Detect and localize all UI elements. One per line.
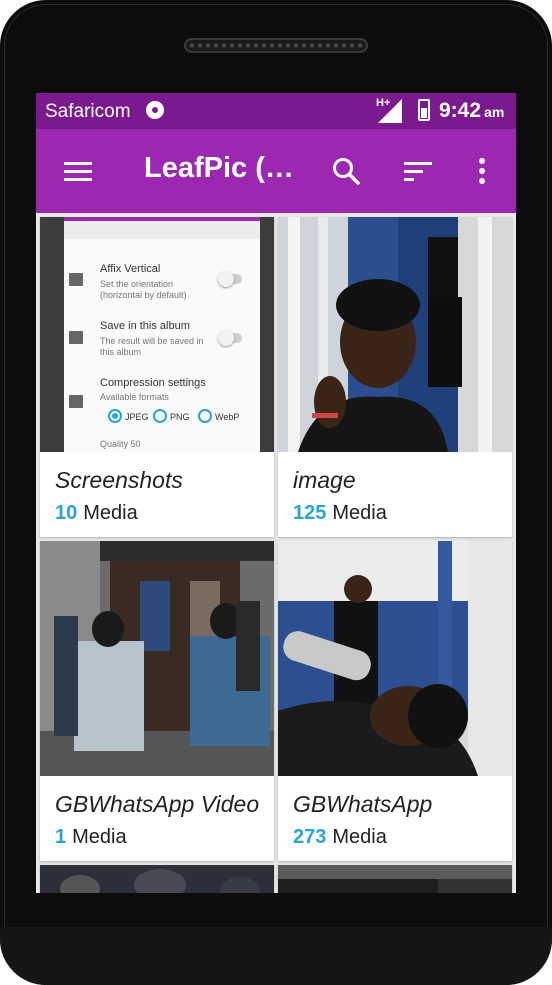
affix-icon	[69, 273, 83, 286]
album-media-count: 10 Media	[55, 502, 138, 524]
signal-icon	[378, 99, 402, 123]
sort-icon[interactable]	[402, 155, 434, 187]
album-thumbnail	[278, 865, 512, 893]
album-card-gbwhatsapp[interactable]: GBWhatsApp 273 Media	[278, 541, 512, 861]
album-thumbnail	[40, 541, 274, 776]
radio-jpeg-label: JPEG	[125, 412, 149, 422]
app-toolbar: LeafPic (…	[36, 129, 516, 213]
album-thumbnail	[278, 541, 512, 776]
radio-webp-label: WebP	[215, 412, 240, 422]
album-grid: Affix Vertical Set the orientation (hori…	[36, 213, 516, 893]
affix-title: Affix Vertical	[100, 263, 161, 275]
quality-label: Quality 50	[100, 439, 141, 449]
save-sub2: this album	[100, 347, 142, 357]
save-toggle	[218, 330, 242, 346]
carrier-name: Safaricom	[45, 101, 131, 122]
radio-png-label: PNG	[170, 412, 190, 422]
radio-png	[153, 409, 167, 423]
phone-chin	[0, 927, 552, 985]
affix-sub2: (horizontal by default)	[100, 290, 187, 300]
album-thumbnail: Affix Vertical Set the orientation (hori…	[40, 217, 274, 452]
album-card-image[interactable]: image 125 Media	[278, 217, 512, 537]
radio-webp	[198, 409, 212, 423]
album-card-partial-right[interactable]	[278, 865, 512, 893]
album-name: Screenshots	[55, 467, 183, 493]
album-thumbnail	[278, 217, 512, 452]
screen: Safaricom H+ 9:42 am LeafPic (… Affix Ve…	[36, 93, 516, 893]
earpiece-speaker	[184, 38, 368, 53]
affix-sub1: Set the orientation	[100, 279, 174, 289]
compression-icon	[69, 395, 83, 408]
menu-icon[interactable]	[62, 155, 94, 187]
status-bar: Safaricom H+ 9:42 am	[36, 93, 516, 129]
album-name: image	[293, 467, 356, 493]
radio-jpeg	[108, 409, 122, 423]
album-media-count: 273 Media	[293, 826, 387, 848]
settings-screenshot-preview: Affix Vertical Set the orientation (hori…	[64, 217, 260, 452]
album-name: GBWhatsApp	[293, 791, 433, 817]
album-name: GBWhatsApp Video	[55, 791, 260, 817]
clock-ampm: am	[484, 104, 505, 120]
save-title: Save in this album	[100, 320, 190, 332]
save-icon	[69, 331, 83, 344]
clock: 9:42 am	[439, 99, 505, 122]
media-notification-icon	[146, 101, 164, 119]
album-card-screenshots[interactable]: Affix Vertical Set the orientation (hori…	[40, 217, 274, 537]
phone-frame: Safaricom H+ 9:42 am LeafPic (… Affix Ve…	[0, 0, 552, 985]
compression-sub: Available formats	[100, 392, 169, 402]
album-card-partial-left[interactable]	[40, 865, 274, 893]
search-icon[interactable]	[330, 155, 362, 187]
more-vert-icon[interactable]	[466, 155, 498, 187]
album-thumbnail	[40, 865, 274, 893]
battery-icon	[418, 99, 430, 121]
compression-title: Compression settings	[100, 377, 206, 389]
affix-toggle	[218, 271, 242, 287]
album-card-gbwhatsapp-video[interactable]: GBWhatsApp Video 1 Media	[40, 541, 274, 861]
page-title: LeafPic (…	[144, 152, 294, 184]
album-media-count: 125 Media	[293, 502, 387, 524]
album-media-count: 1 Media	[55, 826, 127, 848]
save-sub1: The result will be saved in	[100, 336, 204, 346]
